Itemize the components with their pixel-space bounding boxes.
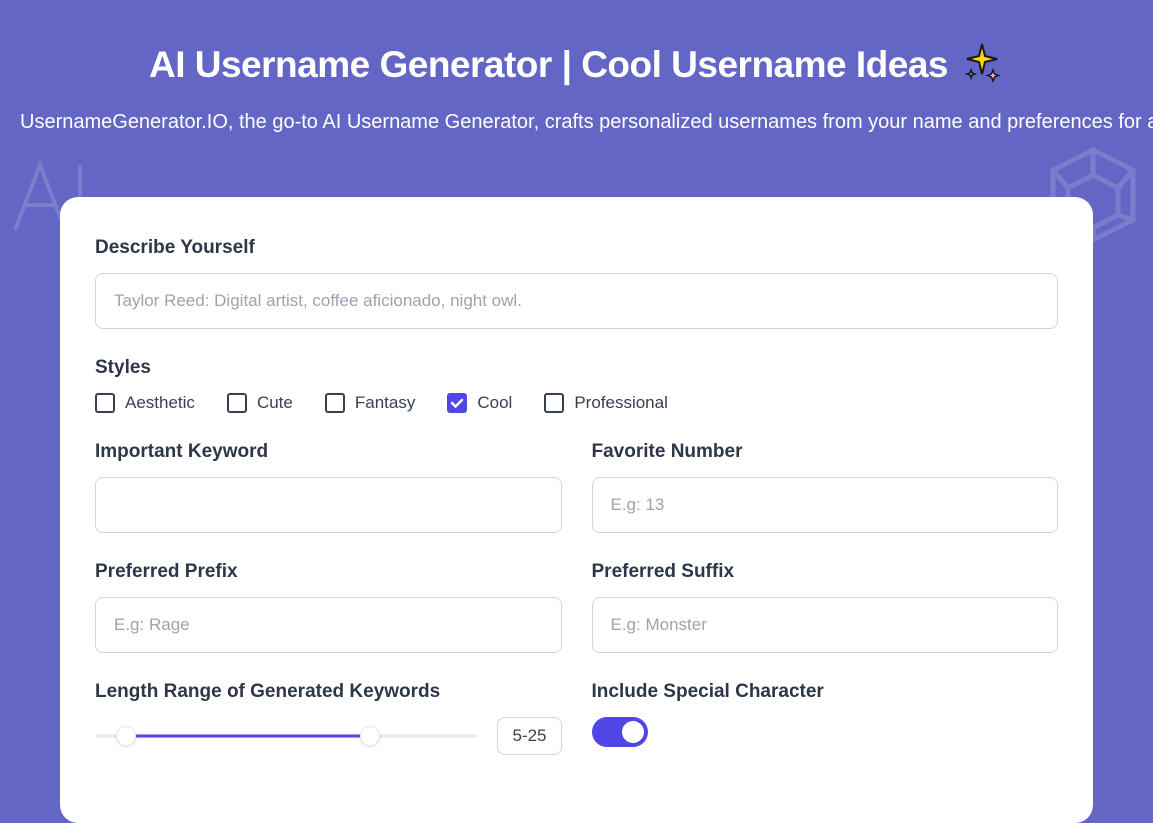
prefix-input[interactable]: [95, 597, 562, 653]
checkbox-icon: [325, 393, 345, 413]
toggle-knob: [622, 721, 644, 743]
checkbox-label: Cool: [477, 393, 512, 413]
special-char-toggle[interactable]: [592, 717, 648, 747]
checkbox-icon: [227, 393, 247, 413]
range-label: Length Range of Generated Keywords: [95, 681, 562, 703]
checkbox-icon: [447, 393, 467, 413]
range-thumb-max[interactable]: [360, 726, 380, 746]
page-subtitle: UsernameGenerator.IO, the go-to AI Usern…: [20, 107, 1133, 137]
checkbox-icon: [544, 393, 564, 413]
checkbox-label: Aesthetic: [125, 393, 195, 413]
checkbox-label: Fantasy: [355, 393, 415, 413]
keyword-label: Important Keyword: [95, 441, 562, 463]
checkbox-icon: [95, 393, 115, 413]
style-professional-checkbox[interactable]: Professional: [544, 393, 668, 413]
style-cute-checkbox[interactable]: Cute: [227, 393, 293, 413]
keyword-input[interactable]: [95, 477, 562, 533]
prefix-label: Preferred Prefix: [95, 561, 562, 583]
length-range-slider[interactable]: [95, 726, 477, 746]
styles-label: Styles: [95, 357, 1058, 379]
range-value-display: 5-25: [497, 717, 561, 755]
special-char-label: Include Special Character: [592, 681, 1059, 703]
suffix-label: Preferred Suffix: [592, 561, 1059, 583]
suffix-input[interactable]: [592, 597, 1059, 653]
range-fill: [126, 735, 371, 738]
style-cool-checkbox[interactable]: Cool: [447, 393, 512, 413]
number-input[interactable]: [592, 477, 1059, 533]
checkbox-label: Professional: [574, 393, 668, 413]
checkbox-label: Cute: [257, 393, 293, 413]
page-title: AI Username Generator | Cool Username Id…: [149, 44, 948, 86]
describe-label: Describe Yourself: [95, 237, 1058, 259]
page-header: AI Username Generator | Cool Username Id…: [0, 0, 1153, 167]
range-thumb-min[interactable]: [116, 726, 136, 746]
generator-form-card: Describe Yourself Styles Aesthetic Cute: [60, 197, 1093, 823]
describe-input[interactable]: [95, 273, 1058, 329]
number-label: Favorite Number: [592, 441, 1059, 463]
sparkle-icon: [960, 40, 1004, 89]
style-fantasy-checkbox[interactable]: Fantasy: [325, 393, 415, 413]
style-aesthetic-checkbox[interactable]: Aesthetic: [95, 393, 195, 413]
